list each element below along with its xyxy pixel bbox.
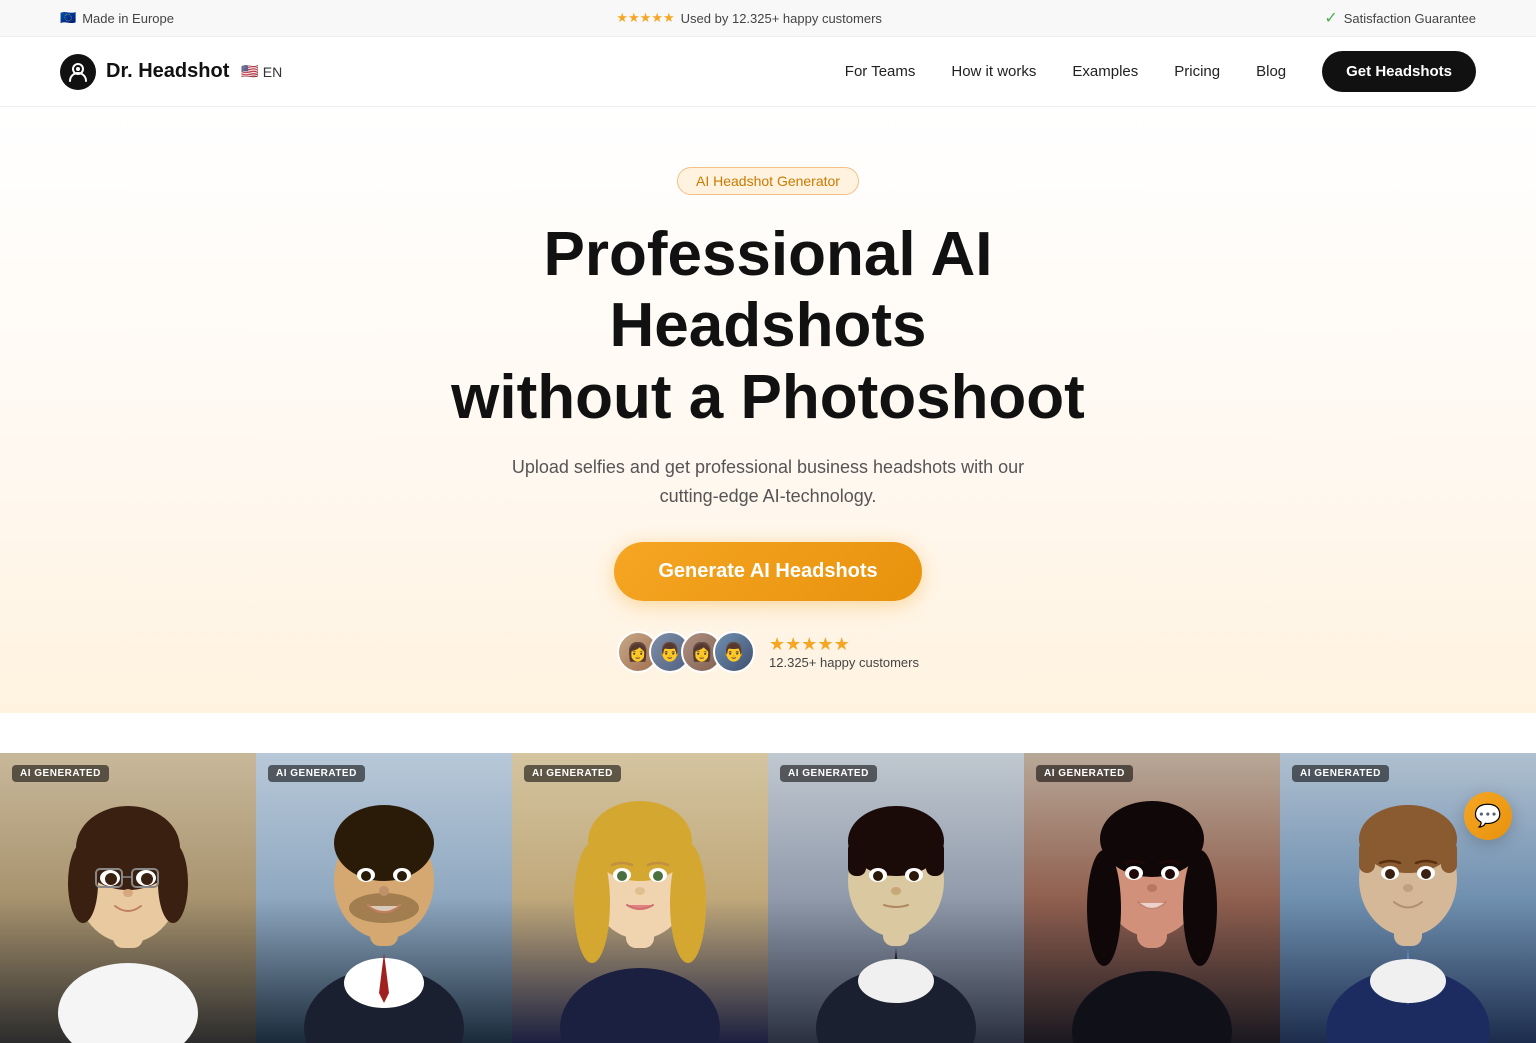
hero-title-line1: Professional AI Headshots [543, 220, 992, 360]
gallery-item-1: AI GENERATED [0, 753, 256, 1043]
get-headshots-button[interactable]: Get Headshots [1322, 51, 1476, 92]
ai-headshots-gallery: AI GENERATED [0, 753, 1536, 1043]
hero-title-line2: without a Photoshoot [451, 363, 1085, 432]
hero-badge: AI Headshot Generator [677, 167, 859, 195]
europe-flag-icon: 🇪🇺 [60, 10, 76, 26]
satisfaction-guarantee: ✓ Satisfaction Guarantee [1324, 8, 1476, 28]
customers-info: ★★★★★ Used by 12.325+ happy customers [616, 10, 882, 26]
customer-avatars: 👩 👨 👩 👨 [617, 631, 755, 673]
gallery-item-3: AI GENERATED [512, 753, 768, 1043]
lang-code: EN [263, 64, 282, 80]
ai-badge-3: AI GENERATED [524, 765, 621, 782]
made-in-europe: 🇪🇺 Made in Europe [60, 10, 174, 26]
social-label: 12.325+ happy customers [769, 655, 919, 670]
person-1 [0, 753, 256, 1043]
nav-link-examples[interactable]: Examples [1072, 63, 1138, 80]
shield-icon: ✓ [1324, 8, 1337, 28]
gallery-item-2: AI GENERATED [256, 753, 512, 1043]
avatar-4: 👨 [713, 631, 755, 673]
person-4 [768, 753, 1024, 1043]
social-stars: ★★★★★ [769, 634, 919, 655]
hero-section: AI Headshot Generator Professional AI He… [0, 107, 1536, 713]
ai-badge-2: AI GENERATED [268, 765, 365, 782]
hero-title: Professional AI Headshots without a Phot… [378, 219, 1158, 433]
ai-badge-6: AI GENERATED [1292, 765, 1389, 782]
made-in-europe-text: Made in Europe [82, 11, 174, 26]
social-proof: 👩 👨 👩 👨 ★★★★★ 12.325+ happy customers [20, 631, 1516, 673]
rating-stars: ★★★★★ [616, 10, 674, 26]
logo[interactable]: Dr. Headshot [60, 54, 229, 90]
nav-link-how-it-works[interactable]: How it works [951, 63, 1036, 80]
nav-link-pricing[interactable]: Pricing [1174, 63, 1220, 80]
nav-link-blog[interactable]: Blog [1256, 63, 1286, 80]
ai-badge-5: AI GENERATED [1036, 765, 1133, 782]
language-selector[interactable]: 🇺🇸 EN [241, 63, 282, 80]
nav-links: For Teams How it works Examples Pricing … [845, 51, 1476, 92]
logo-icon [60, 54, 96, 90]
person-2 [256, 753, 512, 1043]
generate-headshots-button[interactable]: Generate AI Headshots [614, 542, 921, 601]
logo-text: Dr. Headshot [106, 60, 229, 83]
person-5 [1024, 753, 1280, 1043]
social-text: ★★★★★ 12.325+ happy customers [769, 634, 919, 670]
gallery-item-5: AI GENERATED [1024, 753, 1280, 1043]
ai-badge-4: AI GENERATED [780, 765, 877, 782]
satisfaction-text: Satisfaction Guarantee [1344, 11, 1476, 26]
top-bar: 🇪🇺 Made in Europe ★★★★★ Used by 12.325+ … [0, 0, 1536, 37]
chat-widget-button[interactable]: 💬 [1464, 792, 1512, 840]
hero-subtitle: Upload selfies and get professional busi… [508, 453, 1028, 511]
person-3 [512, 753, 768, 1043]
nav-link-for-teams[interactable]: For Teams [845, 63, 916, 80]
navigation: Dr. Headshot 🇺🇸 EN For Teams How it work… [0, 37, 1536, 107]
lang-flag: 🇺🇸 [241, 63, 258, 80]
customers-text: Used by 12.325+ happy customers [681, 11, 882, 26]
gallery-item-4: AI GENERATED [768, 753, 1024, 1043]
ai-badge-1: AI GENERATED [12, 765, 109, 782]
chat-icon: 💬 [1474, 803, 1501, 829]
nav-left: Dr. Headshot 🇺🇸 EN [60, 54, 282, 90]
